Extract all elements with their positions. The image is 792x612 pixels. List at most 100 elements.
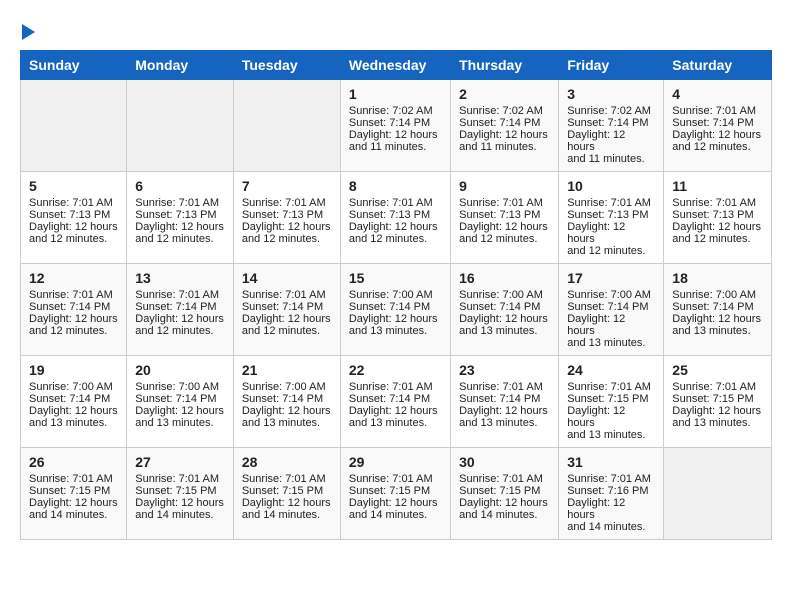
calendar-cell: 19Sunrise: 7:00 AMSunset: 7:14 PMDayligh…: [21, 356, 127, 448]
day-info: Sunrise: 7:02 AM: [567, 105, 655, 117]
day-info: Sunset: 7:15 PM: [135, 485, 225, 497]
day-number: 25: [672, 362, 763, 378]
day-number: 14: [242, 270, 332, 286]
day-info: and 13 minutes.: [459, 325, 550, 337]
day-info: Sunrise: 7:01 AM: [135, 289, 225, 301]
day-info: Sunrise: 7:00 AM: [672, 289, 763, 301]
day-info: Sunset: 7:15 PM: [242, 485, 332, 497]
day-info: Daylight: 12 hours: [672, 129, 763, 141]
calendar-cell: [664, 448, 772, 540]
day-info: Daylight: 12 hours: [29, 405, 118, 417]
calendar-cell: 26Sunrise: 7:01 AMSunset: 7:15 PMDayligh…: [21, 448, 127, 540]
day-info: Sunrise: 7:01 AM: [349, 473, 442, 485]
day-info: Daylight: 12 hours: [672, 221, 763, 233]
day-info: Daylight: 12 hours: [567, 129, 655, 153]
day-number: 27: [135, 454, 225, 470]
day-info: and 11 minutes.: [459, 141, 550, 153]
day-info: and 13 minutes.: [567, 429, 655, 441]
calendar-cell: [233, 80, 340, 172]
calendar-cell: 1Sunrise: 7:02 AMSunset: 7:14 PMDaylight…: [340, 80, 450, 172]
day-info: Sunset: 7:15 PM: [672, 393, 763, 405]
day-info: Sunrise: 7:00 AM: [567, 289, 655, 301]
day-info: Daylight: 12 hours: [349, 129, 442, 141]
day-info: Sunset: 7:13 PM: [29, 209, 118, 221]
day-info: Sunset: 7:13 PM: [567, 209, 655, 221]
day-number: 29: [349, 454, 442, 470]
day-info: Sunset: 7:14 PM: [349, 117, 442, 129]
day-info: Sunrise: 7:01 AM: [567, 197, 655, 209]
calendar-cell: 15Sunrise: 7:00 AMSunset: 7:14 PMDayligh…: [340, 264, 450, 356]
day-info: Sunrise: 7:01 AM: [242, 473, 332, 485]
day-info: Sunset: 7:13 PM: [349, 209, 442, 221]
day-info: Daylight: 12 hours: [567, 405, 655, 429]
day-info: and 13 minutes.: [349, 325, 442, 337]
day-info: Sunrise: 7:02 AM: [459, 105, 550, 117]
day-info: and 13 minutes.: [29, 417, 118, 429]
calendar-cell: 3Sunrise: 7:02 AMSunset: 7:14 PMDaylight…: [559, 80, 664, 172]
day-info: Sunset: 7:14 PM: [29, 393, 118, 405]
calendar-cell: 7Sunrise: 7:01 AMSunset: 7:13 PMDaylight…: [233, 172, 340, 264]
calendar-cell: [127, 80, 234, 172]
day-info: and 14 minutes.: [567, 521, 655, 533]
day-number: 26: [29, 454, 118, 470]
calendar-header-monday: Monday: [127, 51, 234, 80]
day-info: and 14 minutes.: [459, 509, 550, 521]
day-info: and 13 minutes.: [349, 417, 442, 429]
day-info: Sunset: 7:15 PM: [29, 485, 118, 497]
calendar-cell: 2Sunrise: 7:02 AMSunset: 7:14 PMDaylight…: [451, 80, 559, 172]
day-info: and 12 minutes.: [672, 141, 763, 153]
day-number: 28: [242, 454, 332, 470]
day-info: Sunset: 7:14 PM: [349, 301, 442, 313]
calendar-cell: [21, 80, 127, 172]
calendar-cell: 17Sunrise: 7:00 AMSunset: 7:14 PMDayligh…: [559, 264, 664, 356]
calendar-header-tuesday: Tuesday: [233, 51, 340, 80]
day-info: Daylight: 12 hours: [459, 405, 550, 417]
day-info: Daylight: 12 hours: [135, 313, 225, 325]
day-info: Daylight: 12 hours: [135, 221, 225, 233]
day-info: Daylight: 12 hours: [135, 405, 225, 417]
calendar-cell: 6Sunrise: 7:01 AMSunset: 7:13 PMDaylight…: [127, 172, 234, 264]
day-info: Sunrise: 7:01 AM: [349, 197, 442, 209]
day-info: Daylight: 12 hours: [135, 497, 225, 509]
calendar-cell: 28 Sunrise: 7:01 AMSunset: 7:15 PMDayligh…: [233, 448, 340, 540]
calendar-cell: 31Sunrise: 7:01 AMSunset: 7:16 PMDayligh…: [559, 448, 664, 540]
day-info: Daylight: 12 hours: [459, 497, 550, 509]
day-info: Sunset: 7:13 PM: [672, 209, 763, 221]
calendar-cell: 24Sunrise: 7:01 AMSunset: 7:15 PMDayligh…: [559, 356, 664, 448]
day-number: 8: [349, 178, 442, 194]
calendar-cell: 30Sunrise: 7:01 AMSunset: 7:15 PMDayligh…: [451, 448, 559, 540]
day-info: and 14 minutes.: [29, 509, 118, 521]
day-number: 2: [459, 86, 550, 102]
day-info: Sunrise: 7:02 AM: [349, 105, 442, 117]
day-info: Sunrise: 7:01 AM: [459, 197, 550, 209]
calendar-cell: 22Sunrise: 7:01 AMSunset: 7:14 PMDayligh…: [340, 356, 450, 448]
day-info: Sunrise: 7:01 AM: [135, 473, 225, 485]
day-info: Daylight: 12 hours: [242, 497, 332, 509]
day-info: Sunrise: 7:00 AM: [459, 289, 550, 301]
day-info: Daylight: 12 hours: [29, 313, 118, 325]
day-number: 13: [135, 270, 225, 286]
calendar-cell: 10Sunrise: 7:01 AMSunset: 7:13 PMDayligh…: [559, 172, 664, 264]
day-info: Daylight: 12 hours: [242, 313, 332, 325]
day-info: and 13 minutes.: [135, 417, 225, 429]
day-info: Daylight: 12 hours: [349, 405, 442, 417]
day-number: 30: [459, 454, 550, 470]
day-info: Sunset: 7:14 PM: [459, 393, 550, 405]
day-info: Sunset: 7:14 PM: [242, 301, 332, 313]
calendar-header-thursday: Thursday: [451, 51, 559, 80]
calendar-header-friday: Friday: [559, 51, 664, 80]
day-info: Sunrise: 7:01 AM: [459, 381, 550, 393]
day-info: Sunset: 7:14 PM: [459, 117, 550, 129]
day-number: 18: [672, 270, 763, 286]
day-info: Daylight: 12 hours: [459, 313, 550, 325]
calendar-cell: 20Sunrise: 7:00 AMSunset: 7:14 PMDayligh…: [127, 356, 234, 448]
day-info: Sunset: 7:14 PM: [349, 393, 442, 405]
day-info: and 12 minutes.: [29, 233, 118, 245]
day-info: and 11 minutes.: [567, 153, 655, 165]
day-info: and 13 minutes.: [672, 417, 763, 429]
calendar-cell: 27 Sunrise: 7:01 AMSunset: 7:15 PMDayligh…: [127, 448, 234, 540]
day-info: Sunrise: 7:01 AM: [29, 197, 118, 209]
day-info: Daylight: 12 hours: [349, 497, 442, 509]
day-info: Sunset: 7:14 PM: [242, 393, 332, 405]
day-info: Sunrise: 7:01 AM: [567, 473, 655, 485]
